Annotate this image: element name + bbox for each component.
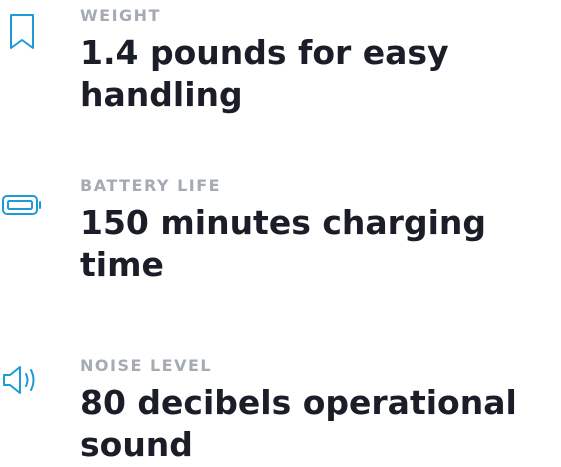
bookmark-icon: [0, 12, 44, 56]
spec-label: NOISE LEVEL: [80, 356, 213, 375]
spec-label: BATTERY LIFE: [80, 176, 222, 195]
spec-value: 150 minutes charging time: [80, 203, 486, 284]
spec-label: WEIGHT: [80, 6, 161, 25]
spec-value: 80 decibels operational sound: [80, 383, 517, 464]
speaker-icon: [0, 362, 44, 406]
spec-value: 1.4 pounds for easy handling: [80, 33, 449, 114]
spec-text-battery-life: BATTERY LIFE 150 minutes charging time: [80, 176, 561, 286]
battery-icon: [0, 192, 44, 236]
spec-text-weight: WEIGHT 1.4 pounds for easy handling: [80, 6, 561, 116]
spec-text-noise-level: NOISE LEVEL 80 decibels operational soun…: [80, 356, 561, 466]
